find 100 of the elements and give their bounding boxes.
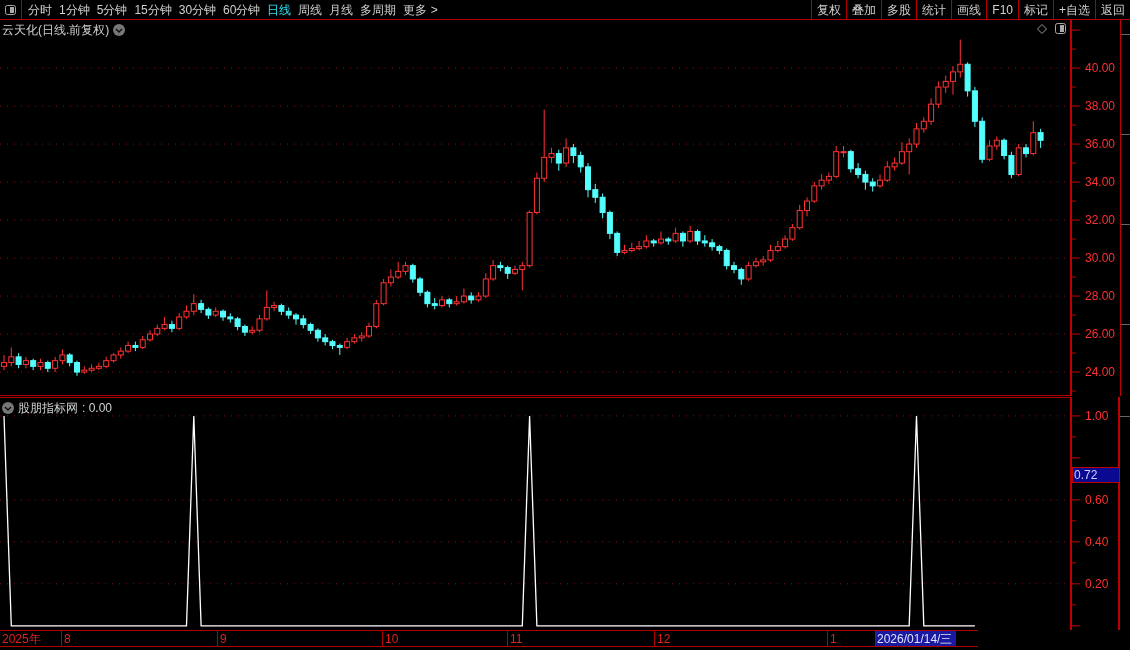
candlestick <box>614 230 621 257</box>
date-label: 2026/01/14/三 <box>876 631 956 646</box>
period-tab[interactable]: 周线 <box>298 0 323 19</box>
dropdown-icon[interactable] <box>2 402 14 414</box>
candlestick <box>825 172 832 185</box>
candlestick <box>1001 137 1008 160</box>
axis-label: 34.00 <box>1085 175 1116 190</box>
toolbar-button[interactable]: 多股 <box>881 0 917 19</box>
candlestick <box>460 287 467 305</box>
candlestick <box>95 362 102 371</box>
candlestick <box>877 173 883 189</box>
candlestick <box>913 122 920 149</box>
candlestick <box>417 276 424 297</box>
candlestick <box>380 278 387 307</box>
axis-label: 0.60 <box>1085 492 1109 507</box>
date-label: 11 <box>508 631 655 646</box>
period-tab[interactable]: 30分钟 <box>178 0 217 19</box>
toolbar-button[interactable]: 叠加 <box>846 0 882 19</box>
candlestick <box>599 192 606 219</box>
toolbar-button[interactable]: 复权 <box>811 0 847 19</box>
panel-toggle-icon[interactable] <box>5 4 16 15</box>
candlestick <box>898 141 905 166</box>
candlestick <box>490 259 497 282</box>
candlestick <box>8 346 15 367</box>
candlestick <box>1030 120 1037 156</box>
candlestick <box>658 230 664 246</box>
axis-label: 40.00 <box>1085 61 1116 76</box>
candlestick <box>541 109 548 183</box>
dropdown-icon[interactable] <box>113 24 126 36</box>
candlestick <box>373 299 380 329</box>
candlestick <box>950 65 956 96</box>
period-tab[interactable]: 多周期 <box>360 0 397 19</box>
candlestick <box>1037 128 1044 149</box>
date-label: 2025年 <box>0 631 62 646</box>
period-tab[interactable]: 月线 <box>329 0 354 19</box>
candlestick <box>679 230 686 248</box>
toolbar-button[interactable]: F10 <box>986 0 1018 19</box>
candlestick <box>577 151 584 174</box>
axis-label: 0.20 <box>1085 576 1109 591</box>
period-tab[interactable]: 1分钟 <box>59 0 90 19</box>
toolbar-button[interactable]: 画线 <box>951 0 987 19</box>
candlestick <box>563 137 570 168</box>
axis-label: 0.40 <box>1085 534 1109 549</box>
candlestick <box>636 240 643 251</box>
toolbar-button[interactable]: 统计 <box>916 0 952 19</box>
candlestick <box>1008 151 1015 179</box>
candlestick <box>482 272 489 299</box>
candlestick <box>935 80 942 109</box>
axis-label: 24.00 <box>1085 365 1116 380</box>
candlestick <box>745 261 752 282</box>
candlestick <box>293 312 299 326</box>
candlestick <box>519 261 526 291</box>
candlestick <box>409 263 416 284</box>
panel-toggle-icon[interactable] <box>1055 23 1066 34</box>
period-tab[interactable]: 5分钟 <box>96 0 128 19</box>
period-tab[interactable]: 分时 <box>28 0 52 19</box>
period-tab[interactable]: 日线 <box>267 0 292 19</box>
axis-label: 1.00 <box>1085 408 1109 423</box>
candlestick <box>796 204 803 231</box>
candlestick <box>731 261 737 274</box>
toolbar-button[interactable]: +自选 <box>1053 0 1095 19</box>
date-label: 9 <box>218 631 383 646</box>
candlestick <box>928 97 935 126</box>
candlestick <box>606 210 613 240</box>
axis-label: 32.00 <box>1085 213 1116 228</box>
axis-label: 28.00 <box>1085 289 1116 304</box>
candlestick <box>752 257 759 269</box>
candlestick <box>190 293 197 316</box>
candlestick <box>220 308 226 322</box>
candlestick <box>592 183 599 204</box>
date-label: 10 <box>383 631 508 646</box>
diamond-icon[interactable] <box>1037 24 1047 34</box>
candlestick <box>198 299 205 314</box>
toolbar-button[interactable]: 标记 <box>1018 0 1053 19</box>
toolbar-button[interactable]: 返回 <box>1095 0 1130 19</box>
axis-label: 30.00 <box>1085 251 1116 266</box>
candlestick <box>855 162 862 179</box>
candlestick <box>570 143 577 164</box>
candlestick <box>986 139 993 162</box>
candlestick <box>957 39 964 79</box>
candlestick <box>709 238 716 251</box>
period-tab[interactable]: 更多 > <box>403 0 438 19</box>
candlestick <box>804 196 810 217</box>
candlestick <box>22 356 29 369</box>
candlestick <box>263 289 270 322</box>
candlestick <box>862 170 869 191</box>
cursor-value-label: 0.72 <box>1072 466 1120 483</box>
period-tab[interactable]: 60分钟 <box>223 0 261 19</box>
candlestick <box>271 301 278 312</box>
axis-label: 26.00 <box>1085 327 1116 342</box>
date-label: 12 <box>655 631 828 646</box>
candlestick <box>555 149 562 172</box>
indicator-title: 股朋指标网 <box>18 400 78 417</box>
period-tab[interactable]: 15分钟 <box>134 0 172 19</box>
candlestick <box>906 137 913 175</box>
candlestick <box>1 354 7 371</box>
candlestick <box>1023 143 1029 158</box>
candlestick <box>811 181 818 204</box>
axis-label: 36.00 <box>1085 137 1116 152</box>
candlestick <box>387 268 394 288</box>
